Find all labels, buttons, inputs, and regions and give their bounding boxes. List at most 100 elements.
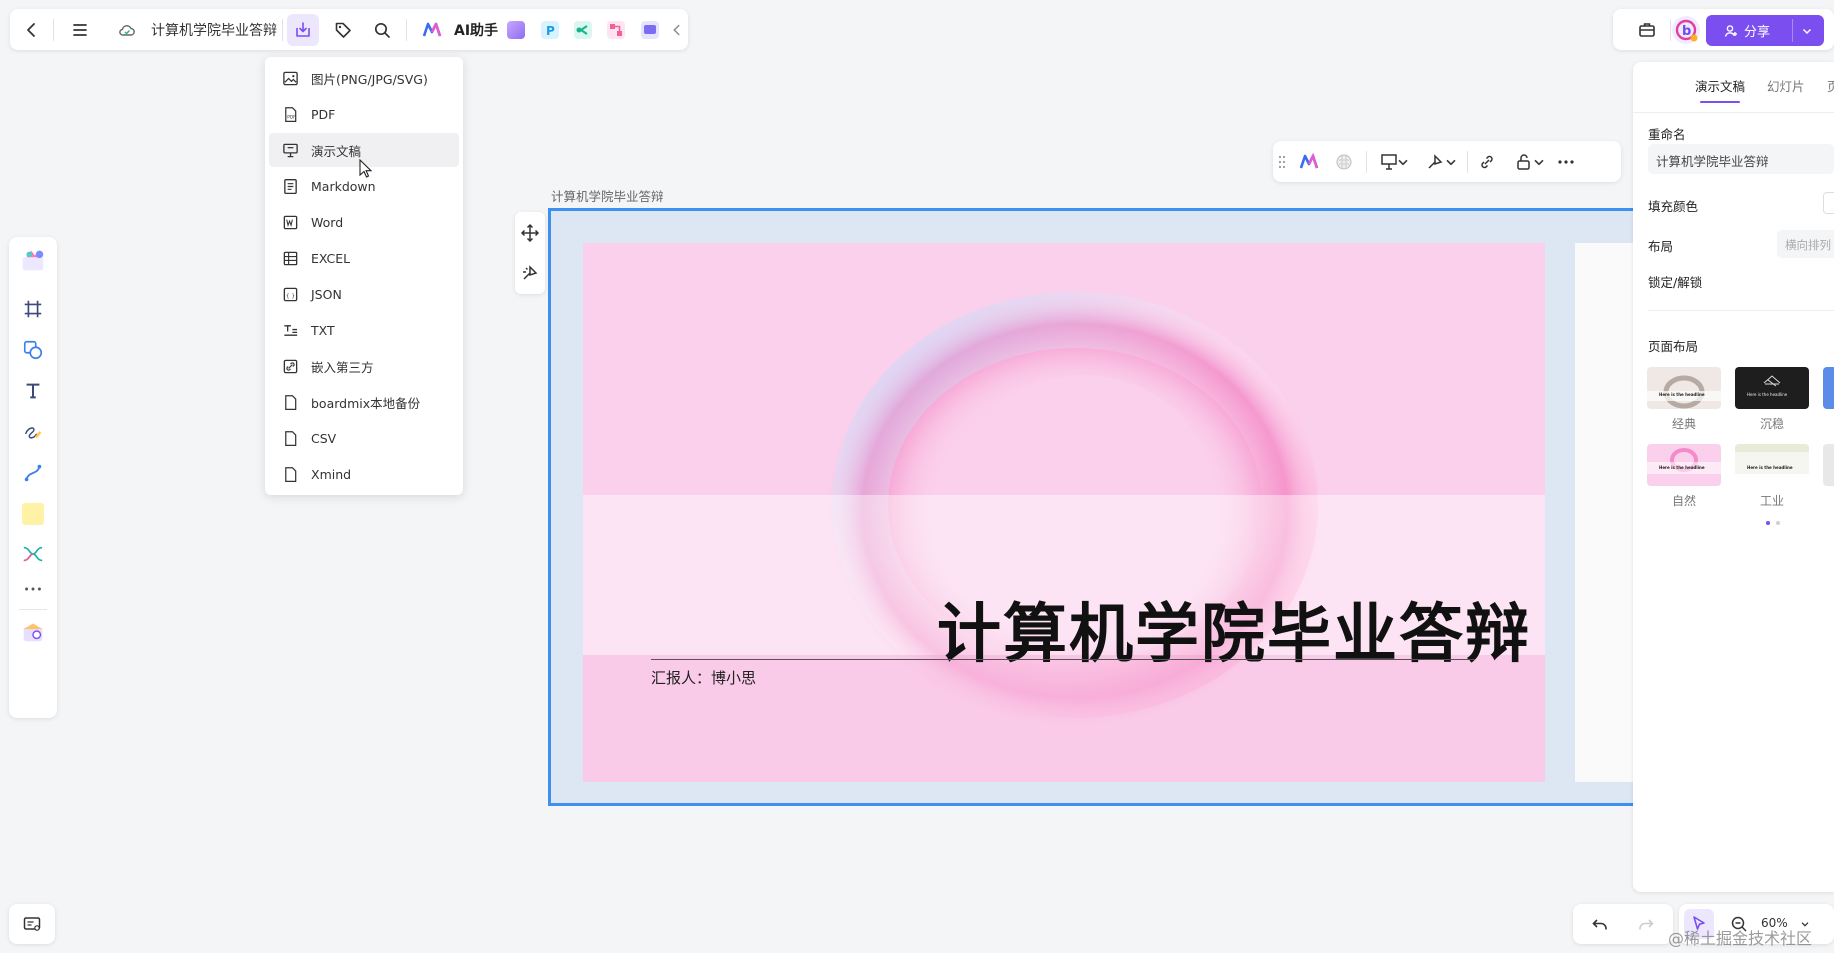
layout-label: 布局 bbox=[1648, 239, 1674, 254]
csv-file-icon bbox=[281, 429, 299, 447]
export-embed-item[interactable]: 嵌入第三方 bbox=[269, 349, 459, 383]
slide-reporter[interactable]: 汇报人：博小思 bbox=[651, 667, 756, 688]
avatar[interactable]: b bbox=[1672, 16, 1700, 44]
chevron-down-icon[interactable] bbox=[1800, 24, 1814, 38]
tab-presentation[interactable]: 演示文稿 bbox=[1695, 76, 1745, 95]
export-word-item[interactable]: Word bbox=[269, 205, 459, 239]
active-tab-indicator bbox=[1700, 101, 1740, 103]
layout-thumb-partial[interactable] bbox=[1823, 367, 1834, 409]
export-image-item[interactable]: 图片(PNG/JPG/SVG) bbox=[269, 61, 459, 95]
table-icon bbox=[281, 249, 299, 267]
ai-assistant-label[interactable]: AI助手 bbox=[454, 20, 498, 40]
rename-label: 重命名 bbox=[1648, 127, 1686, 142]
more-dots-icon[interactable] bbox=[18, 574, 48, 604]
layout-select[interactable]: 横向排列 bbox=[1777, 230, 1834, 258]
animation-icon[interactable] bbox=[515, 258, 545, 288]
chevron-down-icon[interactable] bbox=[1443, 147, 1459, 177]
ai-image-app-icon[interactable] bbox=[507, 21, 525, 39]
frame-label[interactable]: 计算机学院毕业答辩 bbox=[551, 186, 664, 205]
divider bbox=[53, 19, 54, 41]
backup-file-icon bbox=[281, 393, 299, 411]
layout-thumb-partial[interactable] bbox=[1823, 444, 1834, 486]
toolbox-icon[interactable] bbox=[1632, 15, 1662, 45]
layout-thumb-steady[interactable]: Here is the headline bbox=[1735, 367, 1809, 409]
word-icon bbox=[281, 213, 299, 231]
mindmap-app-icon[interactable] bbox=[574, 21, 592, 39]
templates-icon[interactable] bbox=[18, 245, 48, 275]
chat-app-icon[interactable] bbox=[641, 21, 659, 39]
tab-slides[interactable]: 幻灯片 bbox=[1767, 76, 1805, 95]
fill-color-label: 填充颜色 bbox=[1648, 199, 1699, 214]
divider bbox=[1670, 19, 1671, 41]
search-icon[interactable] bbox=[367, 15, 397, 45]
share-label: 分享 bbox=[1744, 25, 1771, 40]
export-download-icon[interactable] bbox=[287, 14, 319, 46]
move-arrows-icon[interactable] bbox=[515, 218, 545, 248]
flowchart-app-icon[interactable] bbox=[607, 21, 625, 39]
ai-logo-icon[interactable] bbox=[1294, 147, 1324, 177]
pager-dot[interactable] bbox=[1776, 521, 1780, 525]
tag-icon[interactable] bbox=[328, 15, 358, 45]
rename-field[interactable]: 计算机学院毕业答辩 bbox=[1648, 144, 1834, 174]
svg-text:P: P bbox=[546, 24, 555, 38]
ppt-app-icon[interactable]: P bbox=[541, 21, 559, 39]
image-icon bbox=[281, 69, 299, 87]
layout-thumb-text: Here is the headline bbox=[1659, 392, 1705, 397]
divider bbox=[1648, 310, 1834, 311]
minimap-icon[interactable] bbox=[17, 909, 47, 939]
layout-thumb-nature[interactable]: Here is the headline bbox=[1647, 444, 1721, 486]
slide-divider-line bbox=[651, 659, 1475, 660]
more-dots-icon[interactable] bbox=[1551, 147, 1581, 177]
divider bbox=[282, 19, 283, 41]
export-txt-item[interactable]: TXT bbox=[269, 313, 459, 347]
connector-line-icon[interactable] bbox=[18, 458, 48, 488]
ai-logo-icon[interactable] bbox=[420, 18, 444, 42]
layout-thumb-text: Here is the headline bbox=[1747, 465, 1793, 470]
sticky-note-icon[interactable] bbox=[18, 499, 48, 529]
txt-icon bbox=[281, 321, 299, 339]
transparent-fill-icon[interactable] bbox=[1329, 147, 1359, 177]
frame-side-toolbar bbox=[515, 212, 545, 294]
document-title[interactable]: 计算机学院毕业答辩 bbox=[151, 20, 277, 40]
slide[interactable]: 计算机学院毕业答辩 汇报人：博小思 bbox=[583, 243, 1545, 782]
layout-thumb-industrial[interactable]: Here is the headline bbox=[1735, 444, 1809, 486]
export-excel-item[interactable]: EXCEL bbox=[269, 241, 459, 275]
drag-handle-icon[interactable] bbox=[1275, 147, 1289, 177]
chevron-down-icon[interactable] bbox=[1395, 147, 1411, 177]
layout-thumb-classic[interactable]: Here is the headline bbox=[1647, 367, 1721, 409]
plugin-box-icon[interactable] bbox=[18, 616, 48, 646]
share-button[interactable]: 分享 bbox=[1706, 15, 1824, 46]
rename-field-value: 计算机学院毕业答辩 bbox=[1656, 154, 1769, 169]
export-pdf-item[interactable]: PDF PDF bbox=[269, 97, 459, 131]
slide-title[interactable]: 计算机学院毕业答辩 bbox=[879, 583, 1531, 675]
svg-text:b: b bbox=[1682, 24, 1691, 39]
export-json-item[interactable]: { } JSON bbox=[269, 277, 459, 311]
collapse-chevron-icon[interactable] bbox=[668, 15, 686, 45]
back-icon[interactable] bbox=[17, 15, 47, 45]
presentation-icon bbox=[281, 141, 299, 159]
divider bbox=[1467, 151, 1468, 173]
mindmap-icon[interactable] bbox=[18, 539, 48, 569]
undo-icon[interactable] bbox=[1585, 909, 1615, 939]
chevron-down-icon[interactable] bbox=[1531, 147, 1547, 177]
pen-icon[interactable] bbox=[18, 417, 48, 447]
link-icon[interactable] bbox=[1472, 147, 1502, 177]
layout-name: 自然 bbox=[1671, 494, 1696, 508]
layout-name: 经典 bbox=[1671, 417, 1696, 431]
divider bbox=[1366, 151, 1367, 173]
pager-dot-active[interactable] bbox=[1766, 521, 1770, 525]
export-xmind-item[interactable]: Xmind bbox=[269, 457, 459, 491]
xmind-file-icon bbox=[281, 465, 299, 483]
frame-icon[interactable] bbox=[18, 294, 48, 324]
redo-icon[interactable] bbox=[1631, 909, 1661, 939]
tab-page[interactable]: 页 bbox=[1827, 76, 1834, 95]
shapes-icon[interactable] bbox=[18, 335, 48, 365]
export-backup-item[interactable]: boardmix本地备份 bbox=[269, 385, 459, 419]
fill-color-swatch[interactable] bbox=[1823, 192, 1834, 214]
menu-icon[interactable] bbox=[65, 15, 95, 45]
svg-text:PDF: PDF bbox=[287, 114, 296, 120]
layout-thumb-text: Here is the headline bbox=[1747, 392, 1788, 397]
markdown-icon bbox=[281, 177, 299, 195]
text-tool-icon[interactable] bbox=[18, 376, 48, 406]
export-csv-item[interactable]: CSV bbox=[269, 421, 459, 455]
